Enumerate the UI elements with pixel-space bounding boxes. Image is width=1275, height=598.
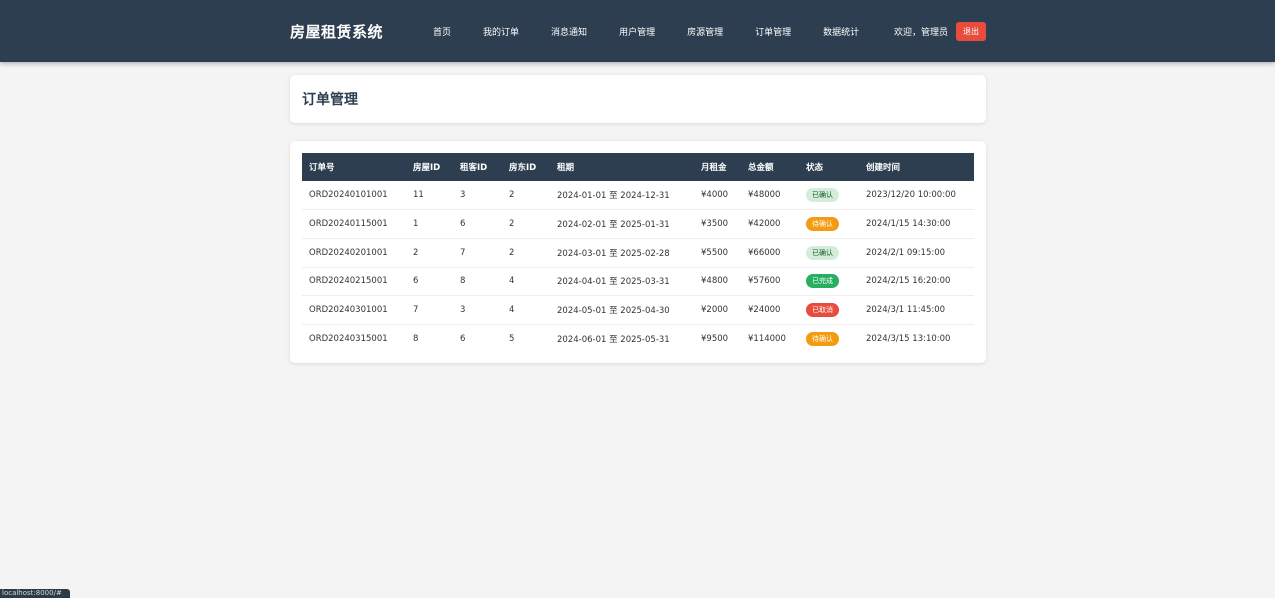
nav-links: 首页 我的订单 消息通知 用户管理 房源管理 订单管理 数据统计: [433, 25, 891, 38]
cell-tenant-id: 3: [453, 295, 502, 325]
col-header-order-no: 订单号: [309, 163, 335, 173]
cell-created-time: 2024/2/1 09:15:00: [859, 238, 974, 268]
cell-house-id: 2: [406, 238, 453, 268]
logout-button[interactable]: 退出: [956, 21, 986, 41]
nav-link-home[interactable]: 首页: [433, 25, 451, 38]
top-navbar: 房屋租赁系统 首页 我的订单 消息通知 用户管理 房源管理 订单管理 数据统计 …: [0, 0, 1275, 62]
cell-total-amount: ¥66000: [741, 238, 799, 268]
cell-lease-period: 2024-04-01 至 2025-03-31: [550, 267, 694, 297]
cell-landlord-id: 2: [502, 209, 550, 239]
cell-order-no: ORD20240201001: [302, 238, 406, 268]
cell-landlord-id: 4: [502, 295, 550, 325]
col-header-monthly-rent: 月租金: [701, 163, 727, 173]
status-badge: 待确认: [806, 217, 839, 232]
cell-created-time: 2024/3/1 11:45:00: [859, 295, 974, 325]
cell-created-time: 2024/1/15 14:30:00: [859, 209, 974, 239]
table-row: ORD20240315001 8 6 5 2024-06-01 至 2025-0…: [302, 324, 974, 353]
orders-table-card: 订单号 房屋ID 租客ID 房东ID 租期 月租金 总金额 状态 创建时间 OR…: [290, 141, 986, 363]
cell-landlord-id: 2: [502, 238, 550, 268]
user-area: 欢迎，管理员 退出: [893, 21, 986, 41]
nav-link-statistics[interactable]: 数据统计: [823, 25, 859, 38]
nav-link-user-management[interactable]: 用户管理: [619, 25, 655, 38]
col-header-landlord-id: 房东ID: [509, 163, 537, 173]
navbar-inner: 房屋租赁系统 首页 我的订单 消息通知 用户管理 房源管理 订单管理 数据统计 …: [290, 0, 986, 62]
col-header-lease-period: 租期: [557, 163, 575, 173]
nav-link-order-management[interactable]: 订单管理: [755, 25, 791, 38]
cell-created-time: 2024/2/15 16:20:00: [859, 267, 974, 297]
nav-link-notifications[interactable]: 消息通知: [551, 25, 587, 38]
col-header-total-amount: 总金额: [748, 163, 774, 173]
nav-link-property-management[interactable]: 房源管理: [687, 25, 723, 38]
cell-house-id: 1: [406, 209, 453, 239]
table-row: ORD20240201001 2 7 2 2024-03-01 至 2025-0…: [302, 238, 974, 268]
cell-landlord-id: 4: [502, 267, 550, 297]
cell-status: 待确认: [799, 209, 859, 239]
cell-tenant-id: 8: [453, 267, 502, 297]
cell-landlord-id: 2: [502, 181, 550, 211]
cell-monthly-rent: ¥2000: [694, 295, 741, 325]
cell-order-no: ORD20240101001: [302, 181, 406, 211]
cell-total-amount: ¥114000: [748, 334, 786, 345]
cell-total-amount: ¥24000: [741, 295, 799, 325]
cell-lease-period: 2024-06-01 至 2025-05-31: [557, 335, 670, 346]
col-header-status: 状态: [806, 163, 824, 173]
cell-status: 已取消: [799, 295, 859, 325]
cell-total-amount: ¥57600: [741, 267, 799, 297]
cell-lease-period: 2024-03-01 至 2025-02-28: [550, 238, 694, 268]
cell-lease-period: 2024-02-01 至 2025-01-31: [550, 209, 694, 239]
table-header-row: 订单号 房屋ID 租客ID 房东ID 租期 月租金 总金额 状态 创建时间: [302, 153, 974, 181]
col-header-house-id: 房屋ID: [413, 163, 441, 173]
status-badge: 待确认: [806, 332, 839, 347]
cell-landlord-id: 5: [509, 334, 515, 345]
cell-order-no: ORD20240215001: [302, 267, 406, 297]
cell-monthly-rent: ¥4800: [694, 267, 741, 297]
cell-status: 已确认: [799, 238, 859, 268]
cell-house-id: 7: [406, 295, 453, 325]
page-header-card: 订单管理: [290, 75, 986, 123]
cell-monthly-rent: ¥9500: [701, 334, 729, 345]
cell-monthly-rent: ¥3500: [694, 209, 741, 239]
cell-tenant-id: 6: [460, 334, 466, 345]
cell-total-amount: ¥42000: [741, 209, 799, 239]
table-row: ORD20240301001 7 3 4 2024-05-01 至 2025-0…: [302, 295, 974, 325]
status-badge: 已确认: [806, 188, 839, 203]
table-row: ORD20240215001 6 8 4 2024-04-01 至 2025-0…: [302, 267, 974, 297]
status-badge: 已确认: [806, 245, 839, 260]
cell-total-amount: ¥48000: [741, 181, 799, 211]
orders-table: 订单号 房屋ID 租客ID 房东ID 租期 月租金 总金额 状态 创建时间 OR…: [302, 153, 974, 353]
cell-tenant-id: 7: [453, 238, 502, 268]
cell-house-id: 11: [406, 181, 453, 211]
cell-tenant-id: 6: [453, 209, 502, 239]
status-badge: 已取消: [806, 303, 839, 318]
cell-order-no: ORD20240301001: [302, 295, 406, 325]
cell-house-id: 8: [413, 334, 419, 345]
cell-created-time: 2023/12/20 10:00:00: [859, 181, 974, 211]
welcome-text: 欢迎，管理员: [893, 27, 948, 38]
col-header-created-time: 创建时间: [866, 163, 901, 173]
browser-status-url: localhost:8000/#: [0, 589, 70, 598]
cell-lease-period: 2024-05-01 至 2025-04-30: [550, 295, 694, 325]
table-row: ORD20240101001 11 3 2 2024-01-01 至 2024-…: [302, 181, 974, 211]
table-row: ORD20240115001 1 6 2 2024-02-01 至 2025-0…: [302, 209, 974, 239]
cell-order-no: ORD20240115001: [302, 209, 406, 239]
brand-title[interactable]: 房屋租赁系统: [290, 21, 383, 42]
cell-house-id: 6: [406, 267, 453, 297]
cell-status: 待确认: [799, 324, 859, 353]
cell-created-time: 2024/3/15 13:10:00: [866, 334, 951, 345]
cell-status: 已确认: [799, 181, 859, 211]
page-title: 订单管理: [302, 92, 358, 108]
cell-monthly-rent: ¥5500: [694, 238, 741, 268]
status-badge: 已完成: [806, 274, 839, 289]
nav-link-my-orders[interactable]: 我的订单: [483, 25, 519, 38]
cell-status: 已完成: [799, 267, 859, 297]
cell-tenant-id: 3: [453, 181, 502, 211]
col-header-tenant-id: 租客ID: [460, 163, 488, 173]
cell-lease-period: 2024-01-01 至 2024-12-31: [550, 181, 694, 211]
cell-monthly-rent: ¥4000: [694, 181, 741, 211]
cell-order-no: ORD20240315001: [309, 334, 388, 345]
